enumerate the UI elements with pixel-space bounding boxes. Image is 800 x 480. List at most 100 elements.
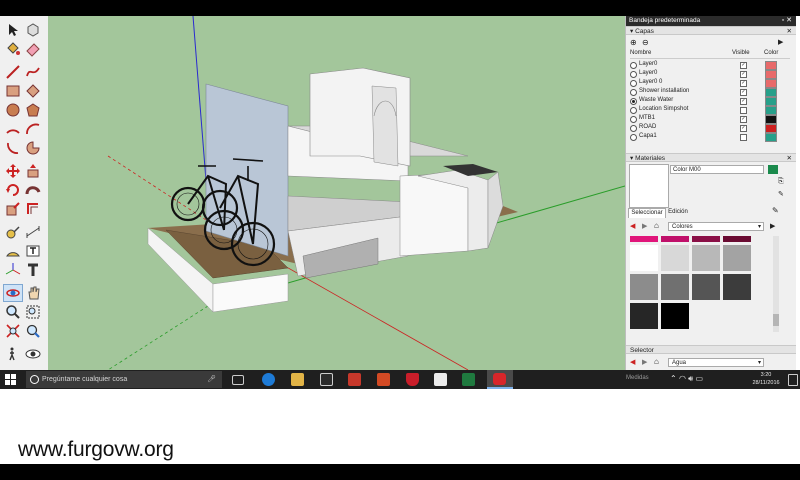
eraser-icon[interactable] <box>24 41 42 57</box>
layer-row[interactable]: MTB1 ✓ <box>630 114 790 124</box>
back-arrow-icon[interactable]: ◀ <box>630 358 635 366</box>
back-arrow-icon[interactable]: ◀ <box>630 222 635 230</box>
tray-window-controls[interactable]: ▫ ✕ <box>782 16 792 26</box>
active-layer-radio[interactable] <box>630 134 637 141</box>
text-tool-icon[interactable] <box>24 243 42 259</box>
active-layer-radio[interactable] <box>630 107 637 114</box>
arc-tool-icon[interactable] <box>4 121 22 137</box>
mail-app-icon[interactable] <box>348 373 361 386</box>
axes-tool-icon[interactable] <box>4 262 22 278</box>
zoom-window-icon[interactable] <box>24 304 42 320</box>
excel-icon[interactable] <box>462 373 475 386</box>
material-library-select[interactable]: Colores ▾ <box>668 222 764 231</box>
sketchup-taskbar-button[interactable] <box>487 370 513 389</box>
tab-select[interactable]: Seleccionar <box>628 208 666 218</box>
layer-row[interactable]: Layer0 ✓ <box>630 60 790 70</box>
forward-arrow-icon[interactable]: ▶ <box>642 358 647 366</box>
circle-tool-icon[interactable] <box>4 102 22 118</box>
line-tool-icon[interactable] <box>4 64 22 80</box>
powerpoint-icon[interactable] <box>377 373 390 386</box>
microphone-icon[interactable]: 🎤︎ <box>207 371 216 388</box>
outlook-envelope-icon[interactable] <box>434 373 447 386</box>
active-layer-radio[interactable] <box>630 89 637 96</box>
visible-checkbox[interactable]: ✓ <box>740 62 747 69</box>
previous-view-icon[interactable] <box>24 323 42 339</box>
color-swatch[interactable] <box>692 245 720 271</box>
component-tool-icon[interactable] <box>24 22 42 38</box>
create-material-icon[interactable]: ⎘ <box>778 178 784 186</box>
details-arrow-icon[interactable]: ▶ <box>778 38 783 46</box>
forward-arrow-icon[interactable]: ▶ <box>642 222 647 230</box>
orbit-tool-icon[interactable] <box>3 284 23 302</box>
two-point-arc-icon[interactable] <box>24 121 42 137</box>
sample-paint-icon[interactable]: ✎ <box>772 206 779 215</box>
color-swatch[interactable] <box>723 274 751 300</box>
color-swatch[interactable] <box>630 245 658 271</box>
layer-row[interactable]: Layer0 ✓ <box>630 69 790 79</box>
pie-tool-icon[interactable] <box>24 140 42 156</box>
layer-color-swatch[interactable] <box>765 133 777 142</box>
active-layer-radio[interactable] <box>630 125 637 132</box>
layers-panel-header[interactable]: ▾ Capas ✕ <box>626 26 796 35</box>
scale-tool-icon[interactable] <box>4 201 22 217</box>
color-swatch[interactable] <box>661 245 689 271</box>
active-layer-radio[interactable] <box>630 98 637 105</box>
layer-row[interactable]: Shower installation ✓ <box>630 87 790 97</box>
edge-browser-icon[interactable] <box>262 373 275 386</box>
polygon-tool-icon[interactable] <box>24 102 42 118</box>
zoom-extents-icon[interactable] <box>4 323 22 339</box>
look-around-icon[interactable] <box>24 346 42 362</box>
visible-checkbox[interactable]: ✓ <box>740 80 747 87</box>
visible-checkbox[interactable]: ✓ <box>740 125 747 132</box>
chevron-up-icon[interactable]: ⌃ <box>670 374 677 383</box>
active-layer-radio[interactable] <box>630 116 637 123</box>
windows-start-icon[interactable] <box>5 374 16 385</box>
remove-layer-icon[interactable]: ⊖ <box>642 38 649 47</box>
selector-panel-header[interactable]: Selector <box>626 345 796 354</box>
follow-me-icon[interactable] <box>24 182 42 198</box>
add-layer-icon[interactable]: ⊕ <box>630 38 637 47</box>
active-layer-radio[interactable] <box>630 80 637 87</box>
freehand-tool-icon[interactable] <box>24 64 42 80</box>
visible-checkbox[interactable]: ✓ <box>740 116 747 123</box>
color-swatch[interactable] <box>630 274 658 300</box>
visible-checkbox[interactable]: ✓ <box>740 89 747 96</box>
three-point-arc-icon[interactable] <box>4 140 22 156</box>
protractor-icon[interactable] <box>4 243 22 259</box>
layer-row[interactable]: Layer0 0 ✓ <box>630 78 790 88</box>
push-pull-icon[interactable] <box>24 163 42 179</box>
rectangle-tool-icon[interactable] <box>4 83 22 99</box>
eyedropper-icon[interactable]: ✎ <box>778 190 784 198</box>
rotate-tool-icon[interactable] <box>4 182 22 198</box>
walk-tool-icon[interactable] <box>4 346 22 362</box>
3d-text-icon[interactable] <box>24 262 42 278</box>
wifi-icon[interactable]: ◠ <box>679 374 686 383</box>
active-layer-radio[interactable] <box>630 62 637 69</box>
visible-checkbox[interactable]: ✓ <box>740 98 747 105</box>
color-swatch[interactable] <box>723 245 751 271</box>
tape-measure-icon[interactable] <box>4 224 22 240</box>
visible-checkbox[interactable] <box>740 107 747 114</box>
color-swatch[interactable] <box>661 303 689 329</box>
details-arrow-icon[interactable]: ▶ <box>770 222 775 230</box>
dimension-tool-icon[interactable] <box>24 224 42 240</box>
color-swatch[interactable] <box>692 274 720 300</box>
visible-checkbox[interactable] <box>740 134 747 141</box>
offset-tool-icon[interactable] <box>24 201 42 217</box>
close-icon[interactable]: ✕ <box>787 154 792 163</box>
select-tool-icon[interactable] <box>4 22 22 38</box>
antivirus-icon[interactable] <box>406 373 419 386</box>
task-view-icon[interactable] <box>232 375 244 385</box>
taskbar-clock[interactable]: 3:20 28/11/2016 <box>744 371 788 387</box>
color-swatch[interactable] <box>661 274 689 300</box>
3d-viewport[interactable] <box>48 16 625 370</box>
paint-bucket-icon[interactable] <box>4 41 22 57</box>
swatch-scrollbar[interactable] <box>773 236 779 332</box>
move-tool-icon[interactable] <box>4 163 22 179</box>
active-layer-radio[interactable] <box>630 71 637 78</box>
home-icon[interactable]: ⌂ <box>654 357 659 366</box>
visible-checkbox[interactable]: ✓ <box>740 71 747 78</box>
store-icon[interactable] <box>320 373 333 386</box>
zoom-tool-icon[interactable] <box>4 304 22 320</box>
cortana-search-box[interactable]: Pregúntame cualquier cosa 🎤︎ <box>26 371 222 388</box>
